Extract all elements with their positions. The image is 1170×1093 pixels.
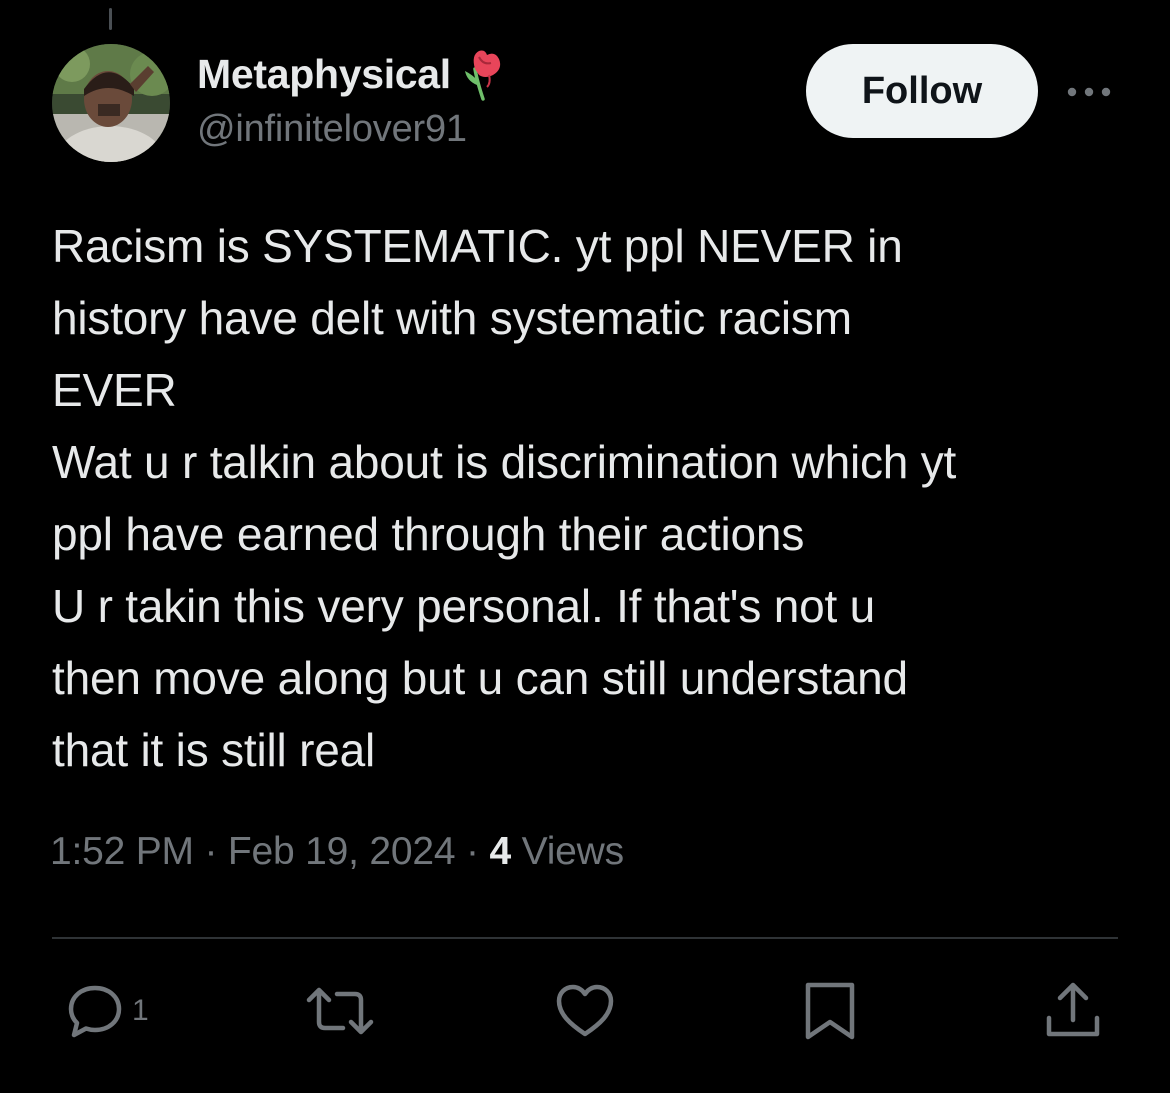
author-handle[interactable]: @infinitelover91 xyxy=(197,108,467,151)
retweet-icon xyxy=(306,987,374,1035)
reply-count: 1 xyxy=(132,994,149,1027)
avatar[interactable] xyxy=(52,44,170,162)
tweet-text-line: Wat u r talkin about is discrimination w… xyxy=(52,436,957,488)
meta-separator: · xyxy=(204,830,218,873)
views-label: Views xyxy=(521,830,625,873)
wilted-rose-icon xyxy=(461,47,507,101)
like-button[interactable] xyxy=(554,980,616,1042)
like-icon xyxy=(556,984,614,1037)
more-options-button[interactable] xyxy=(1064,78,1114,106)
author-name-row: Metaphysical xyxy=(197,47,507,101)
tweet-text-line: then move along but u can still understa… xyxy=(52,652,908,704)
divider xyxy=(52,937,1118,939)
share-icon xyxy=(1046,982,1100,1037)
tweet-meta: 1:52 PM · Feb 19, 2024 · 4 Views xyxy=(50,830,624,874)
author-display-name[interactable]: Metaphysical xyxy=(197,51,451,98)
tweet-date[interactable]: Feb 19, 2024 xyxy=(228,830,456,873)
thread-connector-line xyxy=(109,8,112,30)
tweet-text-line: U r takin this very personal. If that's … xyxy=(52,580,876,632)
reply-button[interactable]: 1 xyxy=(64,980,149,1042)
bookmark-icon xyxy=(805,982,855,1040)
follow-button[interactable]: Follow xyxy=(806,44,1038,138)
more-horizontal-icon xyxy=(1067,87,1111,97)
bookmark-button[interactable] xyxy=(802,980,858,1042)
tweet-text: Racism is SYSTEMATIC. yt ppl NEVER in hi… xyxy=(52,210,1142,786)
views-count: 4 xyxy=(489,830,511,873)
tweet-text-line: ppl have earned through their actions xyxy=(52,508,805,560)
reply-icon xyxy=(68,985,122,1038)
retweet-button[interactable] xyxy=(305,980,375,1042)
share-button[interactable] xyxy=(1044,980,1102,1042)
tweet-text-line: Racism is SYSTEMATIC. yt ppl NEVER in xyxy=(52,220,903,272)
tweet-time[interactable]: 1:52 PM xyxy=(50,830,194,873)
tweet-text-line: that it is still real xyxy=(52,724,376,776)
tweet-text-line: EVER xyxy=(52,364,177,416)
meta-separator: · xyxy=(466,830,479,873)
tweet-text-line: history have delt with systematic racism xyxy=(52,292,852,344)
